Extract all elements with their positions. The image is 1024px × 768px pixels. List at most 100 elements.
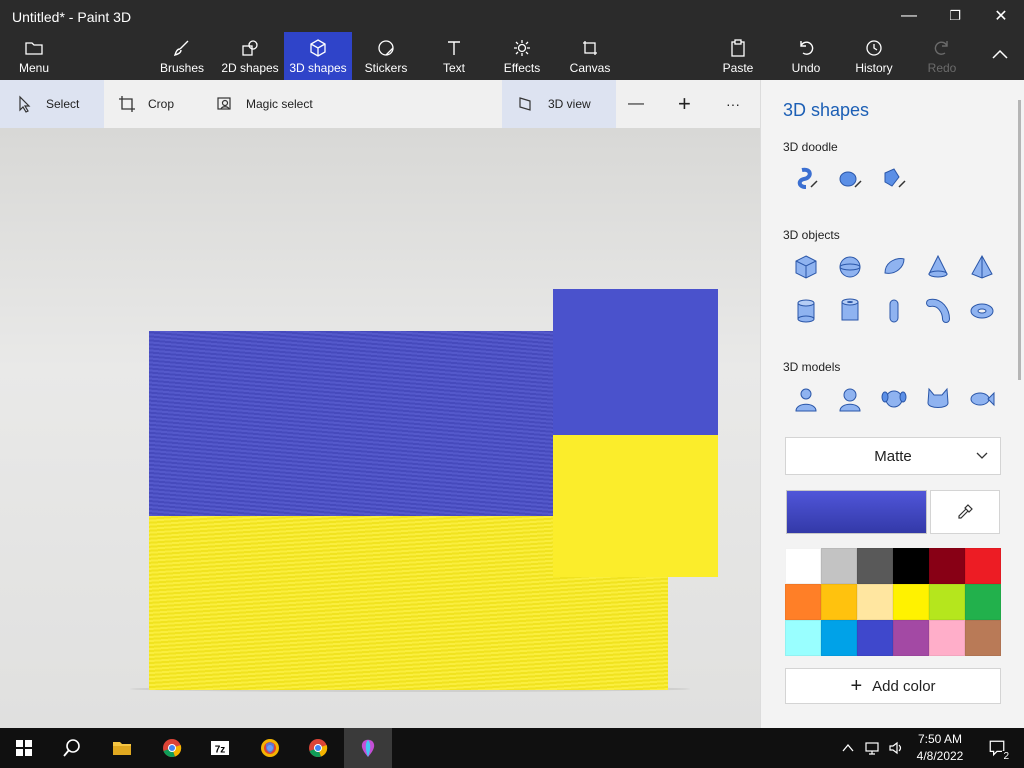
chrome-taskbar[interactable]	[148, 728, 196, 768]
collapse-ribbon-button[interactable]	[980, 32, 1020, 80]
history-button[interactable]: History	[848, 32, 900, 80]
redo-button[interactable]: Redo	[918, 32, 966, 80]
cone-shape-icon[interactable]	[923, 252, 953, 282]
sun-icon	[514, 39, 530, 56]
color-swatch[interactable]	[965, 620, 1001, 656]
canvas-blue-stroke[interactable]	[149, 331, 553, 516]
undo-button[interactable]: Undo	[782, 32, 830, 80]
color-swatch[interactable]	[821, 584, 857, 620]
effects-tab[interactable]: Effects	[498, 32, 546, 80]
color-swatch[interactable]	[821, 548, 857, 584]
soft-edge-doodle-icon[interactable]	[835, 164, 865, 194]
zoom-in-button[interactable]: +	[678, 80, 702, 128]
color-swatch[interactable]	[857, 620, 893, 656]
3d-box-yellow-face[interactable]	[553, 434, 718, 577]
chrome-icon	[163, 739, 182, 758]
color-swatch[interactable]	[785, 548, 821, 584]
color-palette	[785, 548, 1001, 656]
undo-label: Undo	[791, 60, 821, 75]
volume-tray-icon[interactable]	[886, 738, 906, 758]
hemisphere-shape-icon[interactable]	[879, 252, 909, 282]
tube-doodle-icon[interactable]	[879, 164, 909, 194]
tube-shape-icon[interactable]	[835, 296, 865, 326]
notifications-button[interactable]: 2	[986, 737, 1010, 762]
eyedropper-icon	[958, 504, 973, 519]
color-swatch[interactable]	[893, 584, 929, 620]
capsule-shape-icon[interactable]	[879, 296, 909, 326]
clock[interactable]: 7:50 AM 4/8/2022	[912, 731, 968, 765]
cylinder-shape-icon[interactable]	[791, 296, 821, 326]
add-color-button[interactable]: + Add color	[785, 668, 1001, 704]
man-model-icon[interactable]	[791, 384, 821, 414]
donut-shape-icon[interactable]	[967, 296, 997, 326]
current-color-swatch[interactable]	[786, 490, 927, 534]
color-swatch[interactable]	[821, 620, 857, 656]
7zip-taskbar[interactable]: 7z	[196, 728, 244, 768]
paste-button[interactable]: Paste	[714, 32, 762, 80]
color-swatch[interactable]	[929, 584, 965, 620]
menu-button[interactable]: Menu	[10, 32, 58, 80]
sharp-edge-doodle-icon[interactable]	[791, 164, 821, 194]
menu-label: Menu	[18, 60, 50, 75]
svg-text:7z: 7z	[215, 745, 226, 756]
eyedropper-button[interactable]	[930, 490, 1000, 534]
color-swatch[interactable]	[785, 584, 821, 620]
search-button[interactable]	[48, 728, 96, 768]
material-dropdown[interactable]: Matte	[785, 437, 1001, 475]
clock-time: 7:50 AM	[917, 732, 963, 746]
text-tab[interactable]: Text	[430, 32, 478, 80]
plus-icon: +	[850, 674, 863, 697]
color-swatch[interactable]	[929, 620, 965, 656]
canvas-tab[interactable]: Canvas	[566, 32, 614, 80]
color-swatch[interactable]	[857, 584, 893, 620]
shapes2d-tab[interactable]: 2D shapes	[218, 32, 282, 80]
more-options-button[interactable]: ···	[726, 80, 750, 128]
3d-view-toggle[interactable]: 3D view	[502, 80, 616, 128]
cat-model-icon[interactable]	[923, 384, 953, 414]
select-tool[interactable]: Select	[0, 80, 104, 128]
panel-scrollbar[interactable]	[1018, 100, 1021, 380]
show-hidden-icons-button[interactable]	[838, 738, 858, 758]
color-swatch[interactable]	[965, 584, 1001, 620]
3d-view-icon	[519, 97, 531, 111]
security-app-taskbar[interactable]	[246, 728, 294, 768]
chevron-up-icon	[992, 49, 1008, 59]
curved-tube-shape-icon[interactable]	[923, 296, 953, 326]
restore-button[interactable]: ❐	[932, 0, 978, 32]
cube-shape-icon[interactable]	[791, 252, 821, 282]
history-icon	[866, 39, 882, 56]
woman-model-icon[interactable]	[835, 384, 865, 414]
stickers-label: Stickers	[364, 60, 408, 75]
sphere-shape-icon[interactable]	[835, 252, 865, 282]
color-swatch[interactable]	[893, 620, 929, 656]
shapes3d-tab[interactable]: 3D shapes	[284, 32, 352, 80]
start-button[interactable]	[0, 728, 48, 768]
3d-models-label: 3D models	[783, 360, 841, 374]
magic-select-tool[interactable]: Magic select	[216, 80, 336, 128]
minimize-button[interactable]: —	[886, 0, 932, 32]
stickers-tab[interactable]: Stickers	[362, 32, 410, 80]
redo-icon	[934, 40, 948, 55]
network-tray-icon[interactable]	[862, 738, 882, 758]
crop-icon	[119, 96, 135, 112]
pyramid-shape-icon[interactable]	[967, 252, 997, 282]
speaker-icon	[889, 741, 902, 755]
color-swatch[interactable]	[929, 548, 965, 584]
chrome-taskbar-2[interactable]	[294, 728, 342, 768]
shapes2d-label: 2D shapes	[221, 60, 279, 75]
dog-model-icon[interactable]	[879, 384, 909, 414]
zoom-out-button[interactable]: —	[628, 80, 652, 128]
canvas-icon	[583, 40, 597, 55]
paint3d-taskbar[interactable]	[344, 728, 392, 768]
color-swatch[interactable]	[785, 620, 821, 656]
fish-model-icon[interactable]	[967, 384, 997, 414]
undo-icon	[800, 40, 814, 55]
close-button[interactable]: ✕	[978, 0, 1024, 32]
file-explorer-taskbar[interactable]	[98, 728, 146, 768]
color-swatch[interactable]	[857, 548, 893, 584]
crop-tool[interactable]: Crop	[118, 80, 198, 128]
color-swatch[interactable]	[965, 548, 1001, 584]
color-swatch[interactable]	[893, 548, 929, 584]
3d-box-blue-face[interactable]	[553, 289, 718, 435]
brushes-tab[interactable]: Brushes	[158, 32, 206, 80]
